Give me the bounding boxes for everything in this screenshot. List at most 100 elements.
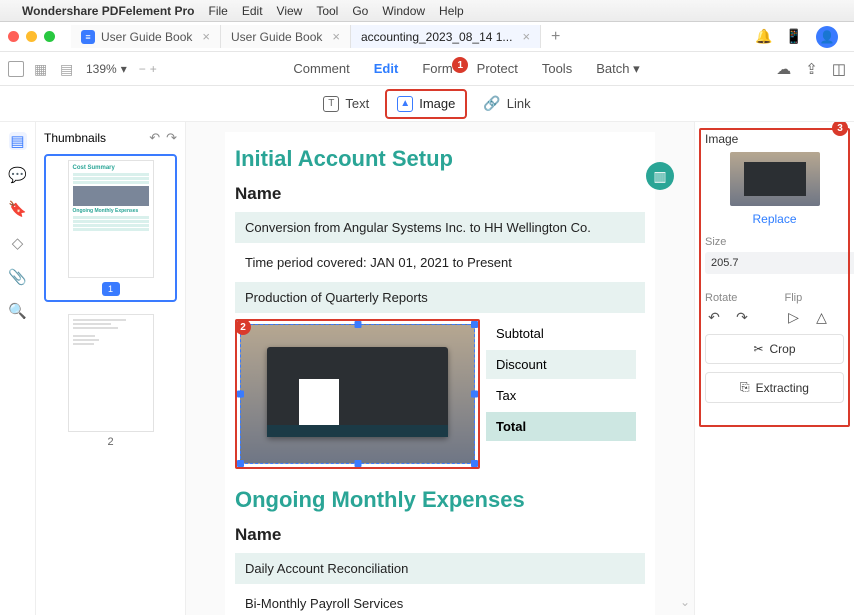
panel-toggle-icon[interactable]: ◫ bbox=[832, 60, 846, 78]
rotate-right-icon[interactable]: ↷ bbox=[166, 130, 177, 146]
document-tabs: ≡ User Guide Book × User Guide Book × ac… bbox=[71, 24, 750, 50]
extract-button[interactable]: ⎘ Extracting bbox=[705, 372, 844, 403]
resize-handle[interactable] bbox=[237, 391, 244, 398]
summary-subtotal[interactable]: Subtotal bbox=[486, 319, 636, 350]
flip-horizontal-icon[interactable]: ▷ bbox=[785, 308, 803, 326]
edit-text-button[interactable]: T Text bbox=[313, 91, 379, 117]
attachments-rail-icon[interactable]: 📎 bbox=[9, 268, 27, 286]
callout-2: 2 bbox=[235, 319, 251, 335]
resize-handle[interactable] bbox=[471, 391, 478, 398]
callout-1: 1 bbox=[452, 57, 468, 73]
tab-user-guide-2[interactable]: User Guide Book × bbox=[221, 25, 351, 48]
menu-go[interactable]: Go bbox=[352, 4, 368, 18]
tab-batch[interactable]: Batch ▾ bbox=[596, 61, 639, 77]
tab-label: User Guide Book bbox=[231, 30, 322, 44]
rotate-right-icon[interactable]: ↷ bbox=[733, 308, 751, 326]
layers-rail-icon[interactable]: ◇ bbox=[9, 234, 27, 252]
close-window-icon[interactable] bbox=[8, 31, 19, 42]
zoom-in-icon[interactable]: + bbox=[150, 62, 157, 76]
resize-handle[interactable] bbox=[471, 460, 478, 467]
thumbnail-page-2[interactable]: 2 bbox=[44, 308, 177, 454]
page-number-label: 2 bbox=[50, 436, 171, 448]
bookmarks-rail-icon[interactable]: 🔖 bbox=[9, 200, 27, 218]
grid-view-icon[interactable]: ▦ bbox=[34, 61, 50, 77]
avatar[interactable]: 👤 bbox=[816, 26, 838, 48]
close-tab-icon[interactable]: × bbox=[522, 29, 530, 44]
tab-batch-label: Batch bbox=[596, 61, 629, 76]
table-row[interactable]: Production of Quarterly Reports bbox=[235, 282, 645, 313]
menu-help[interactable]: Help bbox=[439, 4, 464, 18]
menu-edit[interactable]: Edit bbox=[242, 4, 263, 18]
replace-link[interactable]: Replace bbox=[705, 212, 844, 226]
close-tab-icon[interactable]: × bbox=[202, 29, 210, 44]
panel-title: Image bbox=[705, 132, 844, 146]
size-row: W ⇅ H bbox=[705, 252, 844, 274]
table-row[interactable]: Conversion from Angular Systems Inc. to … bbox=[235, 212, 645, 243]
menu-tool[interactable]: Tool bbox=[316, 4, 338, 18]
right-tools: ☁ ⇪ ◫ bbox=[776, 60, 846, 78]
comments-rail-icon[interactable]: 💬 bbox=[9, 166, 27, 184]
resize-handle[interactable] bbox=[237, 460, 244, 467]
table-row[interactable]: Daily Account Reconciliation bbox=[235, 553, 645, 584]
cloud-icon[interactable]: ☁ bbox=[776, 60, 791, 78]
document-canvas[interactable]: ▥ Initial Account Setup Name Conversion … bbox=[186, 122, 694, 615]
resize-handle[interactable] bbox=[471, 321, 478, 328]
plus-icon: + bbox=[551, 28, 560, 46]
thumbnails-panel: Thumbnails ↶ ↷ Cost Summary Ongoing Mont… bbox=[36, 122, 186, 615]
chart-fab-icon[interactable]: ▥ bbox=[646, 162, 674, 190]
resize-handle[interactable] bbox=[354, 321, 361, 328]
tab-comment[interactable]: Comment bbox=[293, 61, 349, 76]
rotate-left-icon[interactable]: ↶ bbox=[705, 308, 723, 326]
tab-label: accounting_2023_08_14 1... bbox=[361, 30, 512, 44]
zoom-control[interactable]: 139% ▾ − + bbox=[86, 62, 157, 76]
tab-protect[interactable]: Protect bbox=[477, 61, 518, 76]
edit-text-label: Text bbox=[345, 96, 369, 111]
tab-form-label: Form bbox=[422, 61, 452, 76]
summary-total[interactable]: Total bbox=[486, 412, 636, 443]
menu-file[interactable]: File bbox=[209, 4, 228, 18]
edit-link-button[interactable]: 🔗 Link bbox=[473, 90, 540, 117]
zoom-out-icon[interactable]: − bbox=[139, 62, 146, 76]
share-icon[interactable]: ⇪ bbox=[805, 60, 818, 78]
image-content bbox=[267, 347, 448, 437]
pdf-page: Initial Account Setup Name Conversion fr… bbox=[225, 132, 655, 615]
close-tab-icon[interactable]: × bbox=[332, 29, 340, 44]
list-view-icon[interactable]: ▤ bbox=[60, 61, 76, 77]
heading-initial-setup: Initial Account Setup bbox=[235, 146, 645, 172]
rotate-label: Rotate bbox=[705, 292, 765, 304]
thumbnails-rail-icon[interactable]: ▤ bbox=[9, 132, 27, 150]
table-row[interactable]: Time period covered: JAN 01, 2021 to Pre… bbox=[235, 247, 645, 278]
thumbnail-page-1[interactable]: Cost Summary Ongoing Monthly Expenses 1 bbox=[44, 154, 177, 302]
flip-vertical-icon[interactable]: △ bbox=[813, 308, 831, 326]
tab-accounting[interactable]: accounting_2023_08_14 1... × bbox=[351, 25, 541, 48]
titlebar-right: 🔔 📱 👤 bbox=[756, 26, 846, 48]
summary-discount[interactable]: Discount bbox=[486, 350, 636, 381]
width-input[interactable] bbox=[705, 252, 854, 274]
tab-edit[interactable]: Edit bbox=[374, 61, 399, 76]
table-row[interactable]: Bi-Monthly Payroll Services bbox=[235, 588, 645, 615]
image-preview bbox=[730, 152, 820, 206]
zoom-window-icon[interactable] bbox=[44, 31, 55, 42]
menu-window[interactable]: Window bbox=[382, 4, 425, 18]
tab-tools[interactable]: Tools bbox=[542, 61, 572, 76]
resize-handle[interactable] bbox=[354, 460, 361, 467]
selected-image[interactable] bbox=[240, 324, 475, 464]
scroll-down-icon[interactable]: ⌄ bbox=[680, 595, 690, 609]
extract-label: Extracting bbox=[756, 381, 809, 395]
bell-icon[interactable]: 🔔 bbox=[756, 29, 772, 45]
tab-form[interactable]: Form 1 bbox=[422, 61, 452, 76]
crop-button[interactable]: ✂ Crop bbox=[705, 334, 844, 364]
tab-user-guide-1[interactable]: ≡ User Guide Book × bbox=[71, 25, 221, 48]
sidebar-toggle-icon[interactable] bbox=[8, 61, 24, 77]
search-rail-icon[interactable]: 🔍 bbox=[9, 302, 27, 320]
minimize-window-icon[interactable] bbox=[26, 31, 37, 42]
app-window: ≡ User Guide Book × User Guide Book × ac… bbox=[0, 22, 854, 615]
new-tab-button[interactable]: + bbox=[541, 24, 570, 50]
rotate-left-icon[interactable]: ↶ bbox=[149, 130, 160, 146]
mobile-icon[interactable]: 📱 bbox=[786, 29, 802, 45]
menu-view[interactable]: View bbox=[277, 4, 303, 18]
extract-icon: ⎘ bbox=[740, 380, 750, 395]
app-name[interactable]: Wondershare PDFelement Pro bbox=[22, 4, 195, 18]
summary-tax[interactable]: Tax bbox=[486, 381, 636, 412]
edit-image-button[interactable]: ▲ Image bbox=[385, 89, 467, 119]
